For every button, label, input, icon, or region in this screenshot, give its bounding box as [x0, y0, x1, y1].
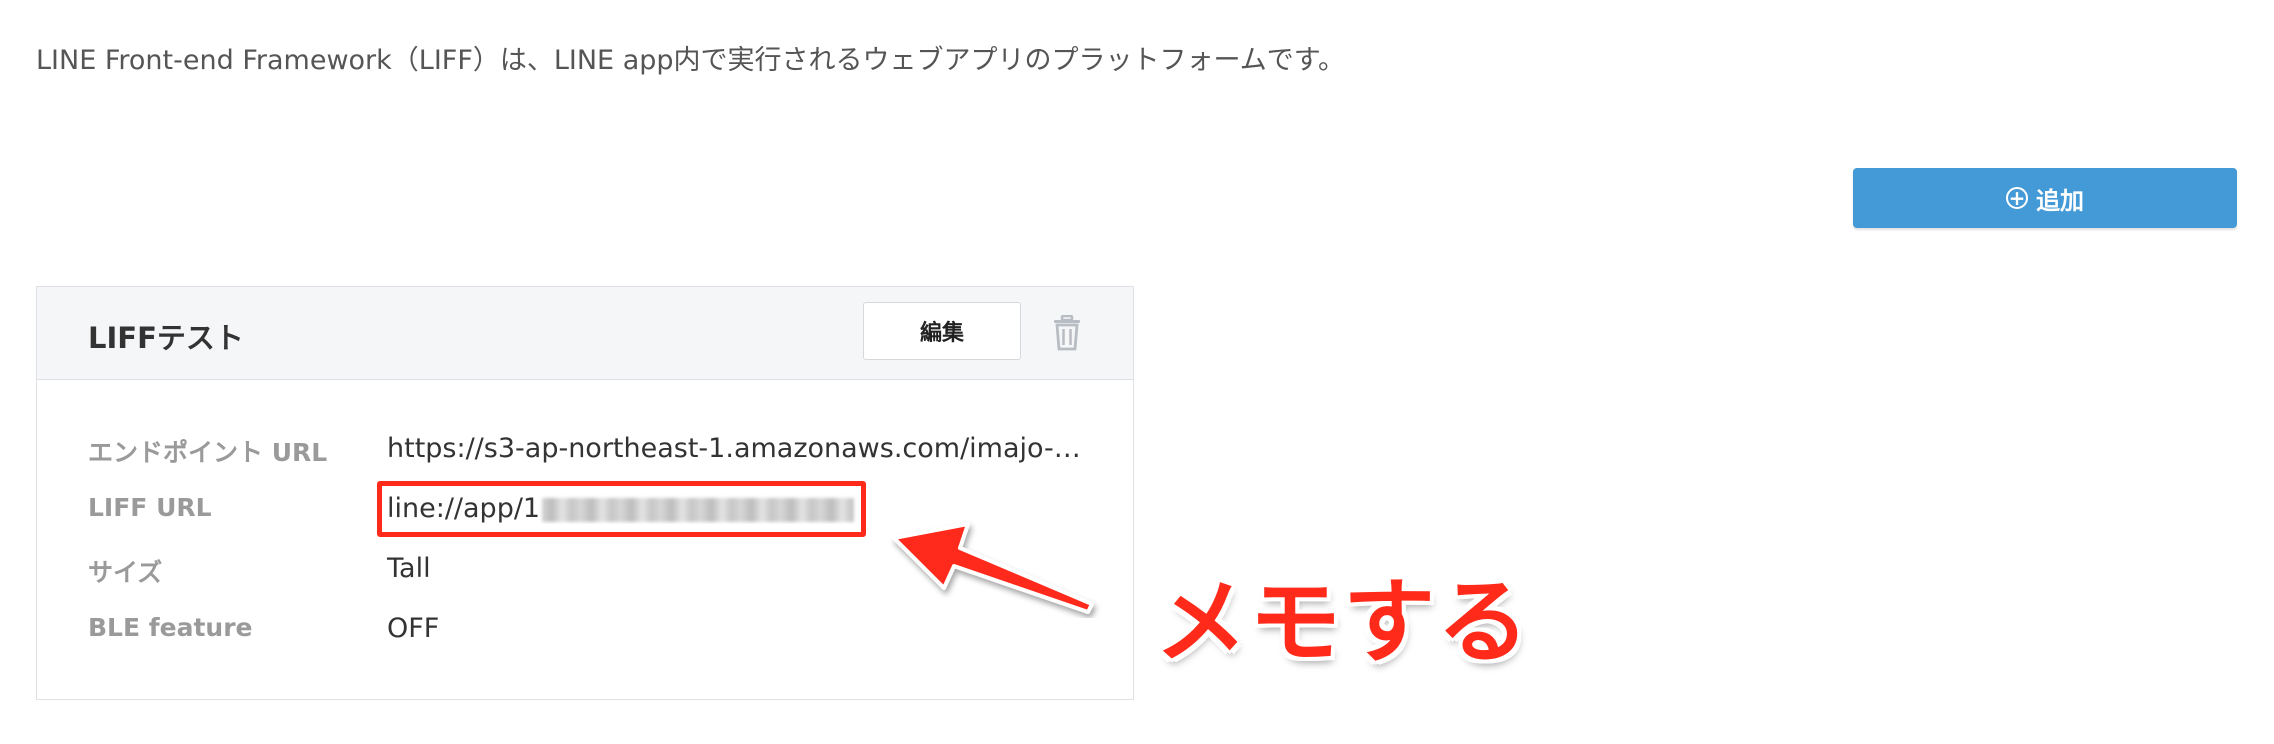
arrow-icon	[892, 522, 1094, 614]
add-button-label: 追加	[2036, 186, 2084, 215]
size-label: サイズ	[88, 558, 163, 587]
intro-text: LINE Front-end Framework（LIFF）は、LINE app…	[36, 45, 1346, 76]
edit-button[interactable]: 編集	[863, 302, 1021, 360]
liff-app-title: LIFFテスト	[88, 321, 244, 355]
memo-annotation: メモする	[1155, 569, 1532, 676]
ble-feature-label: BLE feature	[88, 613, 253, 642]
add-button[interactable]: + 追加	[1853, 168, 2237, 228]
endpoint-url-value: https://s3-ap-northeast-1.amazonaws.com/…	[387, 433, 1087, 464]
trash-icon[interactable]	[1051, 315, 1083, 351]
plus-circle-icon: +	[2006, 187, 2028, 209]
card-header: LIFFテスト 編集	[37, 287, 1133, 380]
highlight-box	[377, 481, 866, 537]
endpoint-url-label: エンドポイント URL	[88, 438, 328, 467]
liff-url-label: LIFF URL	[88, 493, 212, 522]
